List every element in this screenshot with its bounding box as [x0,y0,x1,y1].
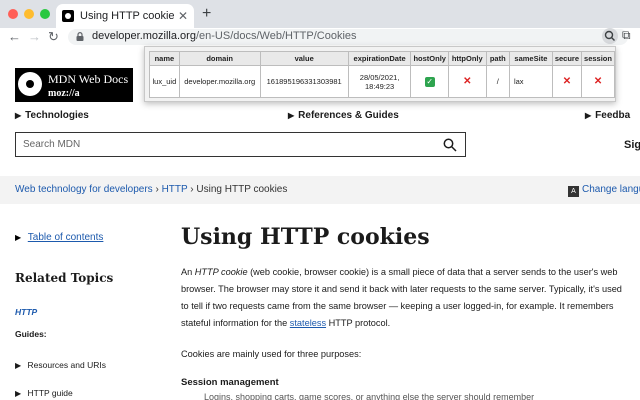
sidebar-guides-heading: Guides: [15,329,47,339]
tab-close-icon[interactable]: ✕ [178,9,188,23]
search-icon[interactable] [443,138,457,152]
mdn-logo[interactable]: MDN Web Docs moz://a [15,68,133,102]
browser-window: Using HTTP cookies - HTTP | MDN ✕ + ← → … [0,0,640,400]
dinosaur-icon [18,72,42,96]
forward-arrow-icon[interactable]: → [28,28,41,46]
cookie-extension-icon[interactable] [602,28,618,44]
cookie-secure-cell: ✕ [551,65,583,98]
cross-icon: ✕ [463,76,472,87]
triangle-right-icon: ▶ [288,111,295,120]
language-icon: A [568,186,579,197]
session-management-heading: Session management [181,377,279,388]
triangle-right-icon: ▶ [15,233,22,242]
column-header-session: session [581,51,615,66]
nav-feedback[interactable]: ▶ Feedba [585,110,630,121]
cookie-domain-cell: developer.mozilla.org [178,65,261,98]
breadcrumb-web-tech[interactable]: Web technology for developers [15,184,153,195]
column-header-secure: secure [551,51,583,66]
minimize-window-button[interactable] [24,9,34,19]
cookie-hostonly-cell: ✓ [410,65,449,98]
breadcrumb: Web technology for developers › HTTP › U… [15,184,287,195]
extensions-puzzle-icon[interactable]: ⧉ [622,28,631,43]
close-window-button[interactable] [8,9,18,19]
cross-icon: ✕ [593,76,603,87]
cookie-name-cell: lux_uid [149,65,180,98]
maximize-window-button[interactable] [40,9,50,19]
sign-in-link[interactable]: Sig [624,139,640,151]
breadcrumb-http[interactable]: HTTP [162,184,188,195]
cookie-table: name domain value expirationDate hostOnly htt… [149,51,615,98]
session-management-item: Logins, shopping carts, game scores, or … [204,392,535,400]
reload-icon[interactable]: ↻ [48,28,59,46]
url-text: developer.mozilla.org/en-US/docs/Web/HTT… [92,30,357,42]
active-tab[interactable]: Using HTTP cookies - HTTP | MDN ✕ [56,4,194,28]
table-of-contents-toggle[interactable]: ▶ Table of contents [15,232,103,243]
nav-references-guides[interactable]: ▶ References & Guides [288,110,399,121]
column-header-domain: domain [178,51,261,66]
sidebar-http-link[interactable]: HTTP [15,307,37,317]
sidebar-item-resources[interactable]: ▶ Resources and URIs [15,360,106,370]
breadcrumb-bar: Web technology for developers › HTTP › U… [0,176,640,204]
purposes-paragraph: Cookies are mainly used for three purpos… [181,349,362,359]
back-arrow-icon[interactable]: ← [8,28,21,46]
tab-strip: Using HTTP cookies - HTTP | MDN ✕ + [0,0,640,28]
triangle-right-icon: ▶ [585,111,592,120]
cookie-popup: name domain value expirationDate hostOnly htt… [144,46,616,102]
window-controls [8,9,50,19]
cookie-path-cell: / [485,65,510,98]
page-title: Using HTTP cookies [181,224,430,250]
stateless-link[interactable]: stateless [290,318,326,328]
search-placeholder: Search MDN [23,139,81,150]
table-row: lux_uid developer.mozilla.org 1618951963… [149,65,615,98]
search-input[interactable]: Search MDN [15,132,466,157]
cross-icon: ✕ [562,76,572,87]
sidebar-item-http-guide[interactable]: ▶ HTTP guide [15,388,73,398]
browser-toolbar: ← → ↻ developer.mozilla.org/en-US/docs/W… [0,28,640,46]
cookie-value-cell: 161895196331303981 [259,65,349,98]
cookie-table-header: name domain value expirationDate hostOnly htt… [149,51,615,66]
check-icon: ✓ [424,76,435,87]
address-bar[interactable]: developer.mozilla.org/en-US/docs/Web/HTT… [68,29,628,45]
triangle-right-icon: ▶ [15,111,22,120]
column-header-expirationdate: expirationDate [347,51,412,66]
column-header-path: path [485,51,510,66]
plus-icon[interactable]: + [202,5,211,23]
cookie-expiration-cell: 28/05/2021, 18:49:23 [347,65,412,98]
cookie-samesite-cell: lax [508,65,553,98]
nav-technologies[interactable]: ▶ Technologies [15,110,89,121]
mdn-favicon-icon [62,10,74,22]
intro-paragraph: An HTTP cookie (web cookie, browser cook… [181,267,622,328]
related-topics-heading: Related Topics [15,271,114,285]
column-header-name: name [149,51,180,66]
breadcrumb-current: Using HTTP cookies [196,184,288,195]
lock-icon [76,32,84,41]
tab-title: Using HTTP cookies - HTTP | MDN [80,10,174,22]
cookie-session-cell: ✕ [581,65,615,98]
column-header-httponly: httpOnly [447,51,487,66]
triangle-right-icon: ▶ [15,389,22,398]
column-header-hostonly: hostOnly [410,51,449,66]
change-language-button[interactable]: A Change langu [568,184,640,197]
triangle-right-icon: ▶ [15,361,22,370]
column-header-samesite: sameSite [508,51,553,66]
cookie-httponly-cell: ✕ [447,65,487,98]
column-header-value: value [259,51,349,66]
